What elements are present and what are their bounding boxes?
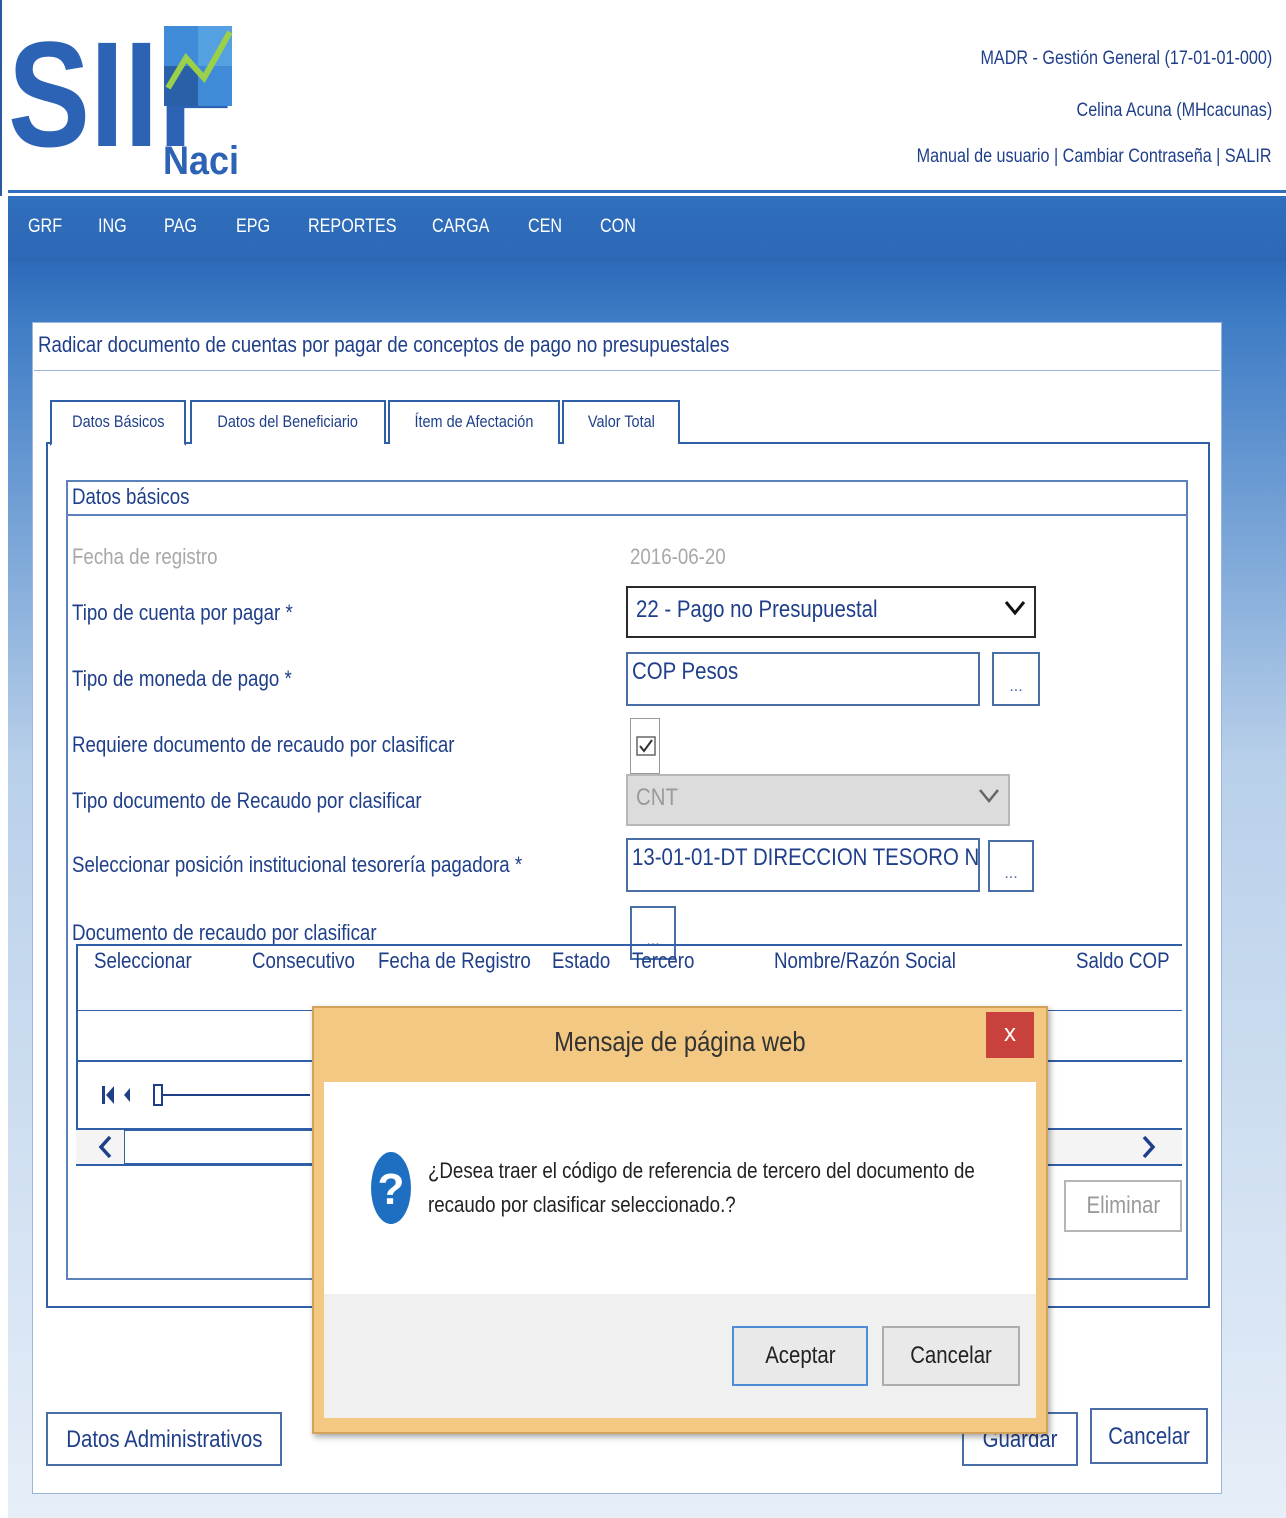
tipo-cuenta-select[interactable]: 22 - Pago no Presupuestal bbox=[626, 586, 1036, 638]
menu-grf[interactable]: GRF bbox=[28, 216, 62, 238]
title-divider bbox=[34, 370, 1220, 371]
posicion-label: Seleccionar posición institucional tesor… bbox=[72, 852, 523, 877]
dialog-cancelar-button[interactable]: Cancelar bbox=[882, 1326, 1020, 1386]
documento-label: Documento de recaudo por clasificar bbox=[72, 920, 377, 945]
chevron-down-icon bbox=[1004, 601, 1026, 616]
main-menu: GRF ING PAG EPG REPORTES CARGA CEN CON bbox=[8, 196, 1286, 262]
dialog-title: Mensaje de página web bbox=[554, 1026, 806, 1057]
question-icon: ? bbox=[371, 1152, 411, 1224]
menu-carga[interactable]: CARGA bbox=[432, 216, 489, 238]
tipo-documento-select[interactable]: CNT bbox=[626, 774, 1010, 826]
svg-text:?: ? bbox=[378, 1165, 405, 1214]
grid-top-border bbox=[76, 944, 1182, 946]
posicion-field[interactable]: 13-01-01-DT DIRECCION TESORO NACIONAL bbox=[626, 838, 980, 892]
menu-epg[interactable]: EPG bbox=[236, 216, 270, 238]
tipo-cuenta-value: 22 - Pago no Presupuestal bbox=[636, 596, 878, 623]
tab-valor-total[interactable]: Valor Total bbox=[562, 400, 680, 444]
moneda-label: Tipo de moneda de pago * bbox=[72, 666, 292, 691]
scroll-left-icon[interactable] bbox=[96, 1134, 116, 1160]
col-consecutivo[interactable]: Consecutivo bbox=[252, 948, 355, 974]
scroll-thumb[interactable] bbox=[124, 1130, 324, 1164]
header-links[interactable]: Manual de usuario | Cambiar Contraseña |… bbox=[917, 146, 1272, 168]
tab-datos-basicos[interactable]: Datos Básicos bbox=[50, 400, 186, 446]
tipo-cuenta-label: Tipo de cuenta por pagar * bbox=[72, 600, 293, 625]
page-title: Radicar documento de cuentas por pagar d… bbox=[38, 332, 730, 357]
col-seleccionar[interactable]: Seleccionar bbox=[94, 948, 192, 974]
fecha-registro-label: Fecha de registro bbox=[72, 544, 218, 569]
requiere-label: Requiere documento de recaudo por clasif… bbox=[72, 732, 455, 757]
fieldset-header bbox=[68, 482, 1186, 516]
close-icon[interactable]: x bbox=[986, 1012, 1034, 1058]
chevron-down-icon bbox=[979, 789, 999, 803]
first-page-icon bbox=[102, 1086, 105, 1104]
user-label: Celina Acuna (MHcacunas) bbox=[1076, 100, 1272, 121]
menu-pag[interactable]: PAG bbox=[164, 216, 197, 238]
logo-subtext: Nación bbox=[163, 139, 240, 182]
moneda-value: COP Pesos bbox=[632, 658, 739, 685]
aceptar-button[interactable]: Aceptar bbox=[732, 1326, 868, 1386]
fecha-registro-value: 2016-06-20 bbox=[630, 544, 726, 569]
fieldset-legend: Datos básicos bbox=[72, 484, 190, 509]
col-fecha-registro[interactable]: Fecha de Registro bbox=[378, 948, 531, 974]
header-divider bbox=[8, 190, 1286, 193]
cancelar-button[interactable]: Cancelar bbox=[1090, 1408, 1208, 1464]
prev-page-icon bbox=[124, 1088, 130, 1102]
tab-datos-beneficiario[interactable]: Datos del Beneficiario bbox=[190, 400, 386, 444]
requiere-checkbox[interactable] bbox=[636, 736, 656, 756]
col-tercero[interactable]: Tercero bbox=[632, 948, 694, 974]
menu-cen[interactable]: CEN bbox=[528, 216, 562, 238]
menu-reportes[interactable]: REPORTES bbox=[308, 216, 397, 238]
moneda-field[interactable]: COP Pesos bbox=[626, 652, 980, 706]
menu-ing[interactable]: ING bbox=[98, 216, 127, 238]
col-saldo[interactable]: Saldo COP bbox=[1076, 948, 1170, 974]
entity-label: MADR - Gestión General (17-01-01-000) bbox=[980, 48, 1272, 69]
tab-item-afectacion[interactable]: Ítem de Afectación bbox=[388, 400, 560, 444]
siif-nacion-logo: SIIF Nación bbox=[8, 18, 240, 182]
col-estado[interactable]: Estado bbox=[552, 948, 610, 974]
moneda-lookup-button[interactable]: ... bbox=[992, 652, 1040, 706]
posicion-lookup-button[interactable]: ... bbox=[988, 840, 1034, 892]
tipo-documento-label: Tipo documento de Recaudo por clasificar bbox=[72, 788, 422, 813]
col-nombre[interactable]: Nombre/Razón Social bbox=[774, 948, 956, 974]
grid-pager[interactable] bbox=[100, 1082, 310, 1108]
menu-con[interactable]: CON bbox=[600, 216, 636, 238]
posicion-value: 13-01-01-DT DIRECCION TESORO NACIONAL bbox=[632, 844, 980, 871]
eliminar-button[interactable]: Eliminar bbox=[1064, 1180, 1182, 1232]
dialog-message: ¿Desea traer el código de referencia de … bbox=[428, 1158, 975, 1217]
datos-administrativos-button[interactable]: Datos Administrativos bbox=[46, 1412, 282, 1466]
tipo-documento-value: CNT bbox=[636, 784, 678, 811]
scroll-right-icon[interactable] bbox=[1138, 1134, 1158, 1160]
